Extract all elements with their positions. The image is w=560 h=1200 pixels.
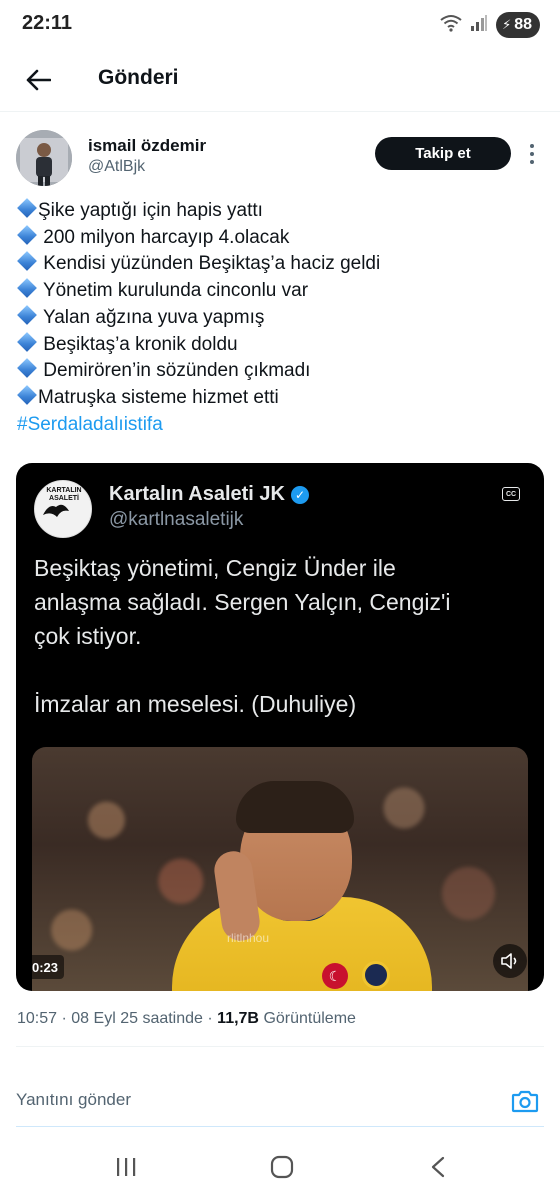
- captions-button[interactable]: CC: [502, 487, 520, 501]
- verified-badge-icon: ✓: [291, 485, 309, 504]
- speaker-muted-icon: [501, 953, 517, 969]
- player-hair: [236, 781, 354, 833]
- back-chevron-icon: [431, 1156, 445, 1178]
- recent-apps-button[interactable]: [106, 1152, 146, 1182]
- blue-diamond-icon: [17, 224, 37, 245]
- tweet-line: Beşiktaş’a kronik doldu: [17, 331, 537, 359]
- views-label[interactable]: Görüntüleme: [263, 1010, 356, 1027]
- more-dot: [530, 144, 534, 148]
- top-header: Gönderi: [0, 50, 560, 112]
- back-nav-button[interactable]: [418, 1152, 458, 1182]
- system-nav-bar: [0, 1134, 560, 1200]
- blue-diamond-icon: [17, 358, 37, 379]
- reply-input[interactable]: Yanıtını gönder: [16, 1090, 131, 1110]
- blue-diamond-icon: [17, 278, 37, 299]
- tweet-line-text: 200 milyon harcayıp 4.olacak: [43, 226, 290, 248]
- tweet-line: Şike yaptığı için hapis yattı: [17, 198, 537, 225]
- source-avatar: KARTALIN ASALETİ: [34, 480, 92, 538]
- divider: [16, 1046, 544, 1047]
- video-player[interactable]: KARTALIN ASALETİ Kartalın Asaleti JK ✓ @…: [16, 463, 544, 991]
- camera-icon: [511, 1090, 539, 1113]
- person-photo-icon: [16, 130, 72, 186]
- home-button[interactable]: [262, 1152, 302, 1182]
- tweet-time: 10:57: [17, 1010, 58, 1027]
- watermark: rlitlnhou: [227, 931, 270, 945]
- source-text-line: anlaşma sağladı. Sergen Yalçın, Cengiz'i: [34, 589, 451, 615]
- page-title: Gönderi: [98, 66, 179, 89]
- signal-icon: [470, 14, 488, 37]
- volume-button[interactable]: [493, 944, 527, 978]
- turkish-flag-badge-icon: ☾: [322, 963, 348, 989]
- tweet-line: Yönetim kurulunda cinconlu var: [17, 278, 537, 305]
- back-arrow-icon: [26, 69, 51, 91]
- tweet-line: Matruşka sisteme hizmet etti: [17, 385, 537, 412]
- more-dot: [530, 160, 534, 164]
- tweet-line: 200 milyon harcayıp 4.olacak: [17, 224, 537, 252]
- charging-bolt-icon: ⚡: [502, 17, 512, 32]
- tweet-line-text: Demirören’in sözünden çıkmadı: [43, 360, 311, 382]
- source-text-line: çok istiyor.: [34, 623, 142, 649]
- tweet-line-text: Beşiktaş’a kronik doldu: [43, 333, 238, 355]
- blue-diamond-icon: [17, 385, 37, 405]
- video-duration: 0:23: [26, 955, 65, 979]
- source-text-line: Beşiktaş yönetimi, Cengiz Ünder ile: [34, 555, 396, 581]
- tweet-line-text: Yalan ağzına yuva yapmış: [42, 306, 265, 328]
- status-time: 22:11: [22, 12, 73, 34]
- blue-diamond-icon: [17, 198, 37, 218]
- tweet-date: 08 Eyl 25 saatinde: [71, 1010, 203, 1027]
- tweet-line: Kendisi yüzünden Beşiktaş’a haciz geldi: [17, 251, 537, 278]
- more-dot: [530, 152, 534, 156]
- tweet-line-text: Matruşka sisteme hizmet etti: [38, 386, 279, 408]
- home-icon: [270, 1155, 294, 1179]
- tweet-line-text: Yönetim kurulunda cinconlu var: [42, 280, 309, 302]
- status-icons: ⚡ 88: [440, 12, 540, 38]
- meta-separator: ·: [207, 1010, 218, 1027]
- follow-button[interactable]: Takip et: [375, 137, 511, 170]
- source-name-text: Kartalın Asaleti JK: [109, 483, 285, 505]
- eagle-logo-icon: [43, 504, 69, 517]
- author-name[interactable]: ismail özdemir: [88, 136, 206, 156]
- blue-diamond-icon: [17, 304, 37, 325]
- blue-diamond-icon: [17, 331, 37, 352]
- tweet-text: Şike yaptığı için hapis yattı 200 milyon…: [17, 198, 537, 438]
- source-handle: @kartlnasaletijk: [109, 509, 244, 530]
- meta-separator: ·: [61, 1010, 72, 1027]
- tweet-line-text: Kendisi yüzünden Beşiktaş’a haciz geldi: [43, 253, 381, 275]
- author-handle[interactable]: @AtlBjk: [88, 158, 145, 176]
- tweet-line: Demirören’in sözünden çıkmadı: [17, 358, 537, 385]
- reply-bar: Yanıtını gönder: [0, 1068, 560, 1134]
- back-button[interactable]: [18, 60, 58, 100]
- battery-icon: ⚡ 88: [496, 12, 540, 38]
- views-count[interactable]: 11,7B: [217, 1010, 259, 1027]
- tweet-meta: 10:57 · 08 Eyl 25 saatinde · 11,7B Görün…: [17, 1010, 356, 1028]
- author-avatar[interactable]: [16, 130, 72, 186]
- club-crest-icon: [362, 961, 390, 989]
- divider: [16, 1126, 544, 1127]
- wifi-icon: [440, 14, 462, 37]
- status-bar: 22:11 ⚡ 88: [0, 0, 560, 50]
- more-options-button[interactable]: [522, 140, 542, 168]
- battery-level: 88: [514, 16, 532, 33]
- recent-apps-icon: [117, 1158, 136, 1176]
- source-name: Kartalın Asaleti JK ✓: [109, 483, 309, 506]
- camera-button[interactable]: [508, 1086, 542, 1116]
- source-post-text: Beşiktaş yönetimi, Cengiz Ünder ile anla…: [34, 551, 534, 721]
- hashtag-link[interactable]: #Serdaladalıistifa: [17, 412, 537, 439]
- player-photo: ☾ rlitlnhou: [32, 747, 528, 991]
- tweet-line-text: Şike yaptığı için hapis yattı: [38, 200, 263, 221]
- source-text-line: İmzalar an meselesi. (Duhuliye): [34, 691, 357, 717]
- blue-diamond-icon: [17, 251, 37, 272]
- tweet-line: Yalan ağzına yuva yapmış: [17, 304, 537, 332]
